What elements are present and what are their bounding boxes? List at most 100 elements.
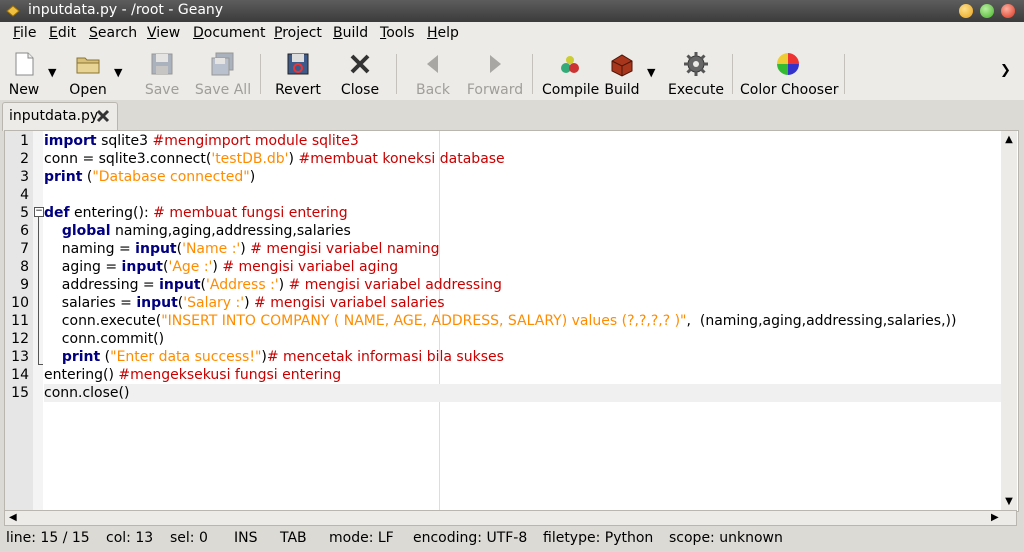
menu-tools[interactable]: Tools — [380, 25, 415, 41]
minimize-button[interactable] — [959, 4, 973, 18]
code-line[interactable]: print ("Database connected") — [44, 168, 1002, 186]
code-token: ) — [212, 259, 223, 275]
close-window-button[interactable] — [1001, 4, 1015, 18]
scroll-down-arrow-icon[interactable]: ▼ — [1004, 497, 1014, 507]
menu-view[interactable]: View — [147, 25, 180, 41]
save-button[interactable]: Save — [140, 48, 184, 98]
status-mode: mode: LF — [329, 530, 394, 546]
menu-document[interactable]: Document — [193, 25, 266, 41]
code-editor[interactable]: 1 2 3 4 5 6 7 8 9 10 11 12 13 14 15 − import sqlite3 #… — [4, 130, 1019, 512]
scroll-right-arrow-icon[interactable]: ▶ — [991, 513, 1001, 523]
code-line[interactable]: conn.execute("INSERT INTO COMPANY ( NAME… — [44, 312, 1002, 330]
code-line[interactable]: aging = input('Age :') # mengisi variabe… — [44, 258, 1002, 276]
forward-button[interactable]: Forward — [466, 48, 524, 98]
tab-close-icon[interactable] — [95, 108, 111, 124]
code-token: # mengisi variabel naming — [250, 241, 440, 257]
code-line[interactable]: conn.commit() — [44, 330, 1002, 348]
open-dropdown-chevron-icon[interactable]: ▼ — [114, 67, 124, 78]
code-token: , (naming,aging,addressing,salaries,)) — [686, 313, 957, 329]
code-token: conn.commit() — [44, 331, 165, 347]
line-number-gutter: 1 2 3 4 5 6 7 8 9 10 11 12 13 14 15 — [5, 131, 33, 511]
back-arrow-icon — [427, 55, 438, 73]
save-all-icon — [211, 52, 234, 76]
save-all-button[interactable]: Save All — [194, 48, 252, 98]
code-token: naming = — [44, 241, 136, 257]
code-token: global — [61, 223, 111, 239]
code-line[interactable] — [44, 186, 1002, 204]
build-button[interactable]: Build — [604, 48, 640, 98]
back-button[interactable]: Back — [410, 48, 456, 98]
menu-project[interactable]: Project — [274, 25, 322, 41]
build-bricks-icon — [611, 54, 633, 77]
line-number: 7 — [20, 241, 29, 257]
horizontal-scrollbar[interactable]: ◀ ▶ — [4, 510, 1017, 526]
code-token: ) — [240, 241, 251, 257]
code-token: aging = — [44, 259, 122, 275]
line-number: 8 — [20, 259, 29, 275]
menubar: File Edit Search View Document Project B… — [0, 22, 1024, 44]
menu-help[interactable]: Help — [427, 25, 459, 41]
code-token: ) — [249, 169, 256, 185]
code-line[interactable]: import sqlite3 #mengimport module sqlite… — [44, 132, 1002, 150]
code-line[interactable]: conn = sqlite3.connect('testDB.db') #mem… — [44, 150, 1002, 168]
revert-icon — [287, 53, 309, 75]
toolbar-overflow-chevron-icon[interactable]: ❯ — [1000, 64, 1011, 77]
code-token: conn.execute( — [44, 313, 162, 329]
line-number: 4 — [20, 187, 29, 203]
toolbar-separator — [260, 54, 261, 94]
code-token: input — [121, 259, 163, 275]
line-number: 10 — [11, 295, 29, 311]
code-token: def — [44, 205, 70, 221]
close-button[interactable]: Close — [338, 48, 382, 98]
status-col: col: 13 — [106, 530, 154, 546]
line-number: 6 — [20, 223, 29, 239]
code-token: ) — [278, 277, 289, 293]
compile-icon — [561, 56, 579, 73]
code-token: "INSERT INTO COMPANY ( NAME, AGE, ADDRES… — [161, 313, 687, 329]
code-token: "Database connected" — [92, 169, 250, 185]
code-token: ( — [82, 169, 93, 185]
toolbar-separator — [732, 54, 733, 94]
tab-inputdata-py[interactable]: inputdata.py — [2, 102, 118, 131]
color-chooser-button[interactable]: Color Chooser — [740, 48, 838, 98]
menu-file[interactable]: File — [13, 25, 36, 41]
menu-edit[interactable]: Edit — [49, 25, 76, 41]
code-token: # mencetak informasi bila sukses — [266, 349, 504, 365]
code-line[interactable]: addressing = input('Address :') # mengis… — [44, 276, 1002, 294]
code-token: # mengisi variabel aging — [222, 259, 399, 275]
vertical-scrollbar[interactable]: ▲ ▼ — [1001, 131, 1017, 510]
code-token: #membuat koneksi database — [298, 151, 505, 167]
code-line[interactable]: salaries = input('Salary :') # mengisi v… — [44, 294, 1002, 312]
new-dropdown-chevron-icon[interactable]: ▼ — [48, 67, 58, 78]
scroll-up-arrow-icon[interactable]: ▲ — [1004, 135, 1014, 145]
fold-guide-end — [38, 364, 43, 365]
maximize-button[interactable] — [980, 4, 994, 18]
status-filetype: filetype: Python — [543, 530, 654, 546]
new-button[interactable]: New — [4, 48, 44, 98]
line-number: 12 — [11, 331, 29, 347]
code-line[interactable]: def entering(): # membuat fungsi enterin… — [44, 204, 1002, 222]
status-scope: scope: unknown — [669, 530, 783, 546]
menu-search[interactable]: Search — [89, 25, 137, 41]
menu-build[interactable]: Build — [333, 25, 368, 41]
code-line[interactable]: conn.close() — [44, 384, 1002, 402]
revert-button[interactable]: Revert — [274, 48, 322, 98]
code-line[interactable]: naming = input('Name :') # mengisi varia… — [44, 240, 1002, 258]
code-token: 'Salary :' — [183, 295, 245, 311]
code-line[interactable]: entering() #mengeksekusi fungsi entering — [44, 366, 1002, 384]
code-token: print — [61, 349, 101, 365]
scroll-left-arrow-icon[interactable]: ◀ — [9, 513, 19, 523]
compile-button[interactable]: Compile — [542, 48, 599, 98]
line-number: 5 — [20, 205, 29, 221]
build-dropdown-chevron-icon[interactable]: ▼ — [647, 67, 657, 78]
open-button[interactable]: Open — [66, 48, 110, 98]
execute-button[interactable]: Execute — [668, 48, 724, 98]
code-line[interactable]: print ("Enter data success!")# mencetak … — [44, 348, 1002, 366]
code-area[interactable]: import sqlite3 #mengimport module sqlite… — [44, 131, 1002, 511]
close-x-icon — [350, 54, 370, 74]
fold-minus-icon[interactable]: − — [34, 207, 44, 217]
code-token: addressing = — [44, 277, 160, 293]
code-token: naming,aging,addressing,salaries — [110, 223, 351, 239]
code-line[interactable]: global naming,aging,addressing,salaries — [44, 222, 1002, 240]
